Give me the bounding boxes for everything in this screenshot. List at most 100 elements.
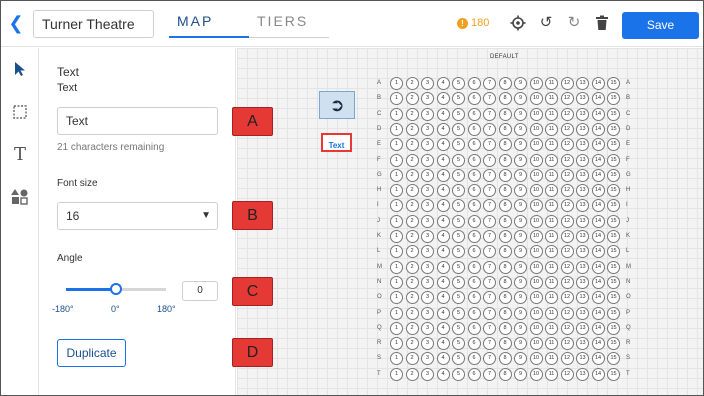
seat[interactable]: 12 (560, 291, 574, 305)
seat[interactable]: 13 (576, 321, 589, 335)
seat[interactable]: 14 (591, 184, 605, 198)
seat[interactable]: 13 (576, 107, 589, 121)
seat-map-canvas[interactable]: ➲ Text DEFAULT A 1 2 3 4 5 6 7 8 9 10 11 12 13 14 15 A B 1… (237, 48, 703, 395)
seat[interactable]: 7 (483, 107, 496, 121)
seat[interactable]: 11 (545, 275, 558, 289)
seat[interactable]: 4 (436, 138, 450, 152)
seat[interactable]: 14 (591, 77, 605, 90)
seat[interactable]: 11 (545, 138, 558, 152)
seat[interactable]: 12 (560, 138, 574, 152)
seat[interactable]: 6 (467, 321, 481, 335)
shapes-icon[interactable] (11, 188, 29, 206)
seat[interactable]: 1 (390, 275, 403, 289)
seat[interactable]: 8 (498, 275, 512, 289)
seat[interactable]: 3 (421, 367, 434, 381)
seat[interactable]: 9 (514, 107, 527, 121)
seat[interactable]: 1 (390, 77, 403, 90)
seat[interactable]: 5 (452, 321, 465, 335)
exit-icon[interactable]: ➲ (319, 91, 355, 119)
seat[interactable]: 15 (607, 199, 620, 213)
seat[interactable]: 7 (483, 168, 496, 182)
back-button[interactable]: ❮ (7, 13, 25, 33)
seat[interactable]: 9 (514, 168, 527, 182)
seat[interactable]: 10 (529, 230, 543, 243)
seat[interactable]: 14 (591, 352, 605, 366)
seat[interactable]: 8 (498, 153, 512, 167)
angle-slider-track-active[interactable] (66, 288, 116, 291)
seat[interactable]: 1 (390, 321, 403, 335)
seat[interactable]: 2 (405, 107, 419, 121)
seat[interactable]: 6 (467, 337, 481, 351)
seat[interactable]: 4 (436, 352, 450, 366)
seat[interactable]: 4 (436, 306, 450, 320)
seat[interactable]: 13 (576, 367, 589, 381)
seat[interactable]: 5 (452, 199, 465, 213)
seat[interactable]: 13 (576, 337, 589, 351)
venue-name-input[interactable]: Turner Theatre (33, 10, 154, 38)
seat[interactable]: 3 (421, 245, 434, 259)
seat[interactable]: 8 (498, 321, 512, 335)
seat[interactable]: 5 (452, 291, 465, 305)
seat[interactable]: 9 (514, 321, 527, 335)
seat[interactable]: 12 (560, 367, 574, 381)
seat[interactable]: 4 (436, 321, 450, 335)
seat[interactable]: 10 (529, 168, 543, 182)
seat[interactable]: 14 (591, 138, 605, 152)
seat[interactable]: 12 (560, 352, 574, 366)
seat[interactable]: 15 (607, 184, 620, 198)
seat[interactable]: 8 (498, 291, 512, 305)
seat[interactable]: 4 (436, 245, 450, 259)
seat[interactable]: 10 (529, 92, 543, 106)
seat[interactable]: 5 (452, 275, 465, 289)
seat[interactable]: 4 (436, 199, 450, 213)
seat[interactable]: 4 (436, 275, 450, 289)
seat[interactable]: 10 (529, 138, 543, 152)
duplicate-button[interactable]: Duplicate (57, 339, 126, 367)
seat[interactable]: 6 (467, 184, 481, 198)
seat[interactable]: 11 (545, 92, 558, 106)
canvas-text-object[interactable]: Text (321, 133, 352, 152)
seat[interactable]: 3 (421, 230, 434, 243)
seat[interactable]: 11 (545, 168, 558, 182)
seat[interactable]: 14 (591, 214, 605, 228)
seat[interactable]: 10 (529, 306, 543, 320)
seat[interactable]: 3 (421, 199, 434, 213)
seat[interactable]: 14 (591, 337, 605, 351)
seat[interactable]: 10 (529, 153, 543, 167)
seat[interactable]: 8 (498, 337, 512, 351)
seat[interactable]: 7 (483, 367, 496, 381)
seat[interactable]: 10 (529, 199, 543, 213)
seat[interactable]: 6 (467, 352, 481, 366)
seat[interactable]: 2 (405, 92, 419, 106)
seat[interactable]: 7 (483, 230, 496, 243)
seat[interactable]: 6 (467, 291, 481, 305)
seat[interactable]: 2 (405, 168, 419, 182)
redo-icon[interactable]: ↻ (566, 15, 582, 31)
seat[interactable]: 13 (576, 77, 589, 90)
seat[interactable]: 5 (452, 214, 465, 228)
seat[interactable]: 13 (576, 306, 589, 320)
seat[interactable]: 7 (483, 306, 496, 320)
seat[interactable]: 7 (483, 352, 496, 366)
seat[interactable]: 14 (591, 245, 605, 259)
seat[interactable]: 15 (607, 168, 620, 182)
seat[interactable]: 15 (607, 352, 620, 366)
seat[interactable]: 2 (405, 245, 419, 259)
seat[interactable]: 15 (607, 153, 620, 167)
seat[interactable]: 9 (514, 367, 527, 381)
seat[interactable]: 15 (607, 306, 620, 320)
angle-slider-thumb[interactable] (110, 283, 122, 295)
save-button[interactable]: Save (622, 12, 699, 39)
seat[interactable]: 3 (421, 92, 434, 106)
seat[interactable]: 2 (405, 352, 419, 366)
seat[interactable]: 7 (483, 260, 496, 274)
seat[interactable]: 13 (576, 291, 589, 305)
seat[interactable]: 13 (576, 138, 589, 152)
seat[interactable]: 2 (405, 260, 419, 274)
seat[interactable]: 13 (576, 92, 589, 106)
seat[interactable]: 11 (545, 306, 558, 320)
seat[interactable]: 2 (405, 214, 419, 228)
seat[interactable]: 3 (421, 352, 434, 366)
seat[interactable]: 14 (591, 122, 605, 136)
seat[interactable]: 6 (467, 275, 481, 289)
